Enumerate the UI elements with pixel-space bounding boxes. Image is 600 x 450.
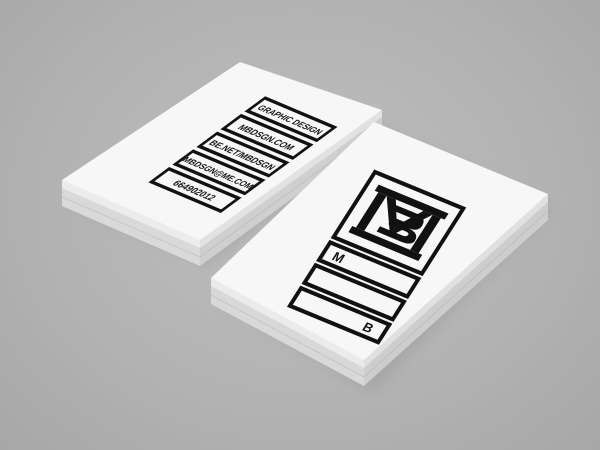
business-card-mockup: GRAPHIC DESIGN MBDSGN.COM BE.NET/MBDSGN … <box>61 62 552 392</box>
